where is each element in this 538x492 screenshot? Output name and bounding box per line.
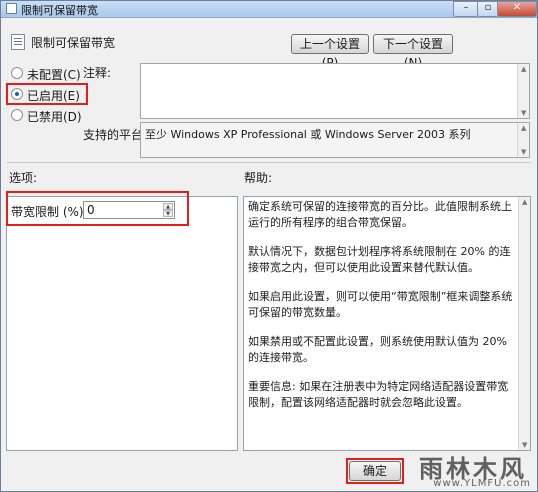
comment-label: 注释: (83, 66, 112, 80)
help-paragraph: 重要信息: 如果在注册表中为特定网络适配器设置带宽限制，配置该网络适配器时就会忽… (248, 380, 509, 409)
watermark-logo: 雨林木风 www.YLMFU.com (403, 449, 531, 489)
radio-not-configured[interactable] (11, 67, 23, 79)
help-paragraph: 如果启用此设置，则可以使用“带宽限制”框来调整系统可保留的带宽数量。 (248, 290, 513, 319)
platform-value: 至少 Windows XP Professional 或 Windows Ser… (145, 128, 471, 141)
spin-down-icon[interactable]: ▼ (163, 210, 173, 217)
window-title: 限制可保留带宽 (21, 4, 98, 17)
platform-field: 至少 Windows XP Professional 或 Windows Ser… (140, 122, 530, 158)
help-text: 确定系统可保留的连接带宽的百分比。此值限制系统上运行的所有程序的组合带宽保留。 … (248, 199, 516, 424)
radio-enabled-label[interactable]: 已启用(E) (27, 87, 80, 104)
scroll-down-icon[interactable]: ▼ (521, 109, 526, 117)
ok-button[interactable]: 确定 (349, 461, 401, 481)
help-pane: 确定系统可保留的连接带宽的百分比。此值限制系统上运行的所有程序的组合带宽保留。 … (243, 196, 531, 451)
platform-scrollbar[interactable]: ▲ ▼ (517, 123, 529, 157)
minimize-button[interactable]: – (453, 1, 479, 17)
comment-scrollbar[interactable]: ▲ ▼ (517, 64, 529, 118)
spin-up-icon[interactable]: ▲ (163, 203, 173, 210)
bandwidth-limit-value[interactable]: 0 (87, 203, 95, 217)
platform-label: 支持的平台: (83, 128, 148, 142)
policy-icon (11, 34, 25, 50)
scroll-up-icon[interactable]: ▲ (522, 198, 527, 206)
previous-setting-button[interactable]: 上一个设置(P) (291, 34, 369, 70)
policy-name: 限制可保留带宽 (31, 36, 116, 50)
comment-textarea[interactable]: ▲ ▼ (140, 63, 530, 119)
close-button[interactable]: ✕ (497, 1, 537, 17)
radio-disabled[interactable] (11, 109, 23, 121)
scroll-up-icon[interactable]: ▲ (521, 124, 526, 132)
help-scrollbar[interactable]: ▲ ▼ (518, 197, 530, 450)
watermark-url: www.YLMFU.com (433, 478, 531, 489)
options-label: 选项: (9, 171, 38, 185)
scroll-up-icon[interactable]: ▲ (521, 65, 526, 73)
options-pane: 带宽限制 (%): 0 ▲ ▼ (6, 196, 238, 451)
help-paragraph: 如果禁用或不配置此设置，则系统使用默认值为 20% 的连接带宽。 (248, 335, 507, 364)
next-setting-button[interactable]: 下一个设置(N) (373, 34, 453, 70)
radio-disabled-label[interactable]: 已禁用(D) (27, 108, 82, 125)
bandwidth-limit-label: 带宽限制 (%): (11, 205, 88, 219)
bandwidth-limit-spinner[interactable]: 0 ▲ ▼ (83, 201, 175, 219)
title-bar[interactable]: 限制可保留带宽 – ▫ ✕ (1, 1, 537, 18)
policy-dialog-window: 限制可保留带宽 – ▫ ✕ 限制可保留带宽 上一个设置(P) 下一个设置(N) … (0, 0, 538, 492)
radio-enabled[interactable] (11, 88, 23, 100)
help-paragraph: 确定系统可保留的连接带宽的百分比。此值限制系统上运行的所有程序的组合带宽保留。 (248, 200, 512, 229)
section-divider (7, 162, 531, 163)
spinner-arrows[interactable]: ▲ ▼ (163, 203, 173, 218)
scroll-down-icon[interactable]: ▼ (521, 148, 526, 156)
maximize-button[interactable]: ▫ (477, 1, 499, 17)
radio-not-configured-label[interactable]: 未配置(C) (27, 66, 81, 83)
help-label: 帮助: (244, 171, 273, 185)
help-paragraph: 默认情况下，数据包计划程序将系统限制在 20% 的连接带宽之内，但可以使用此设置… (248, 245, 511, 274)
window-icon (6, 3, 17, 14)
scroll-down-icon[interactable]: ▼ (522, 441, 527, 449)
